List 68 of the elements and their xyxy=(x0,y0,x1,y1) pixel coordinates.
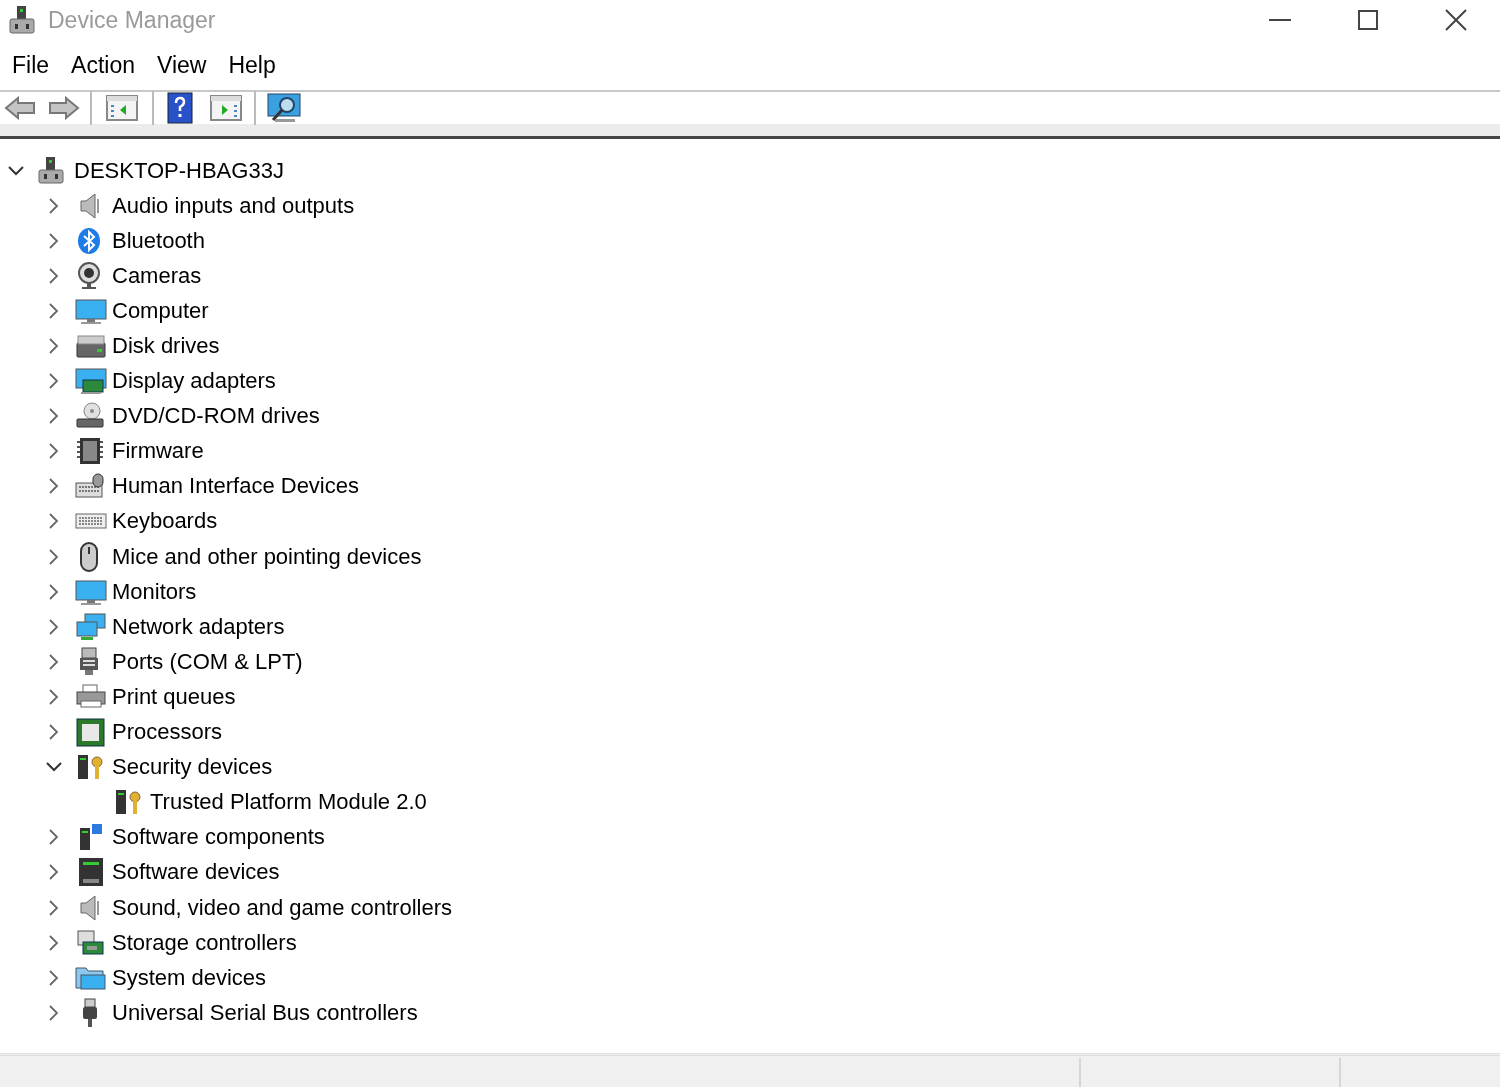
menu-item[interactable]: View xyxy=(147,45,217,85)
tree-item[interactable]: DESKTOP-HBAG33J xyxy=(74,156,284,185)
tree-item[interactable]: Sound, video and game controllers xyxy=(112,893,452,922)
tree-item[interactable]: Computer xyxy=(112,296,209,325)
tree-item[interactable]: Bluetooth xyxy=(112,226,205,255)
menu-item[interactable]: Action xyxy=(61,45,145,85)
app-icon xyxy=(8,5,36,35)
expand-chevron-icon[interactable] xyxy=(48,723,60,742)
expand-chevron-icon[interactable] xyxy=(48,898,60,917)
monitor-magnifier-icon xyxy=(267,93,301,123)
maximize-icon xyxy=(1358,10,1378,30)
expand-chevron-icon[interactable] xyxy=(48,652,60,671)
expand-chevron-icon[interactable] xyxy=(48,442,60,461)
tree-item[interactable]: Software components xyxy=(112,823,325,852)
help-icon xyxy=(167,92,193,124)
tree-item[interactable]: System devices xyxy=(112,963,267,992)
expand-chevron-icon[interactable] xyxy=(48,266,60,285)
collapse-chevron-icon[interactable] xyxy=(45,761,63,774)
expand-chevron-icon[interactable] xyxy=(48,582,60,601)
expand-chevron-icon[interactable] xyxy=(48,407,60,426)
tree-item[interactable]: Cameras xyxy=(112,261,202,290)
tree-item[interactable]: Processors xyxy=(112,718,223,747)
expand-chevron-icon[interactable] xyxy=(48,933,60,952)
tree-item[interactable]: Security devices xyxy=(112,753,273,782)
network-monitor-icon xyxy=(75,611,107,642)
close-icon xyxy=(1445,9,1467,31)
tree-item[interactable]: Disk drives xyxy=(112,332,220,360)
expand-chevron-icon[interactable] xyxy=(48,547,60,566)
expand-chevron-icon[interactable] xyxy=(48,196,60,215)
tree-item[interactable]: Keyboards xyxy=(112,507,218,536)
tree-item[interactable]: Firmware xyxy=(112,437,204,466)
display-adapter-icon xyxy=(75,366,107,397)
expand-chevron-icon[interactable] xyxy=(48,512,60,531)
tree-item[interactable]: Audio inputs and outputs xyxy=(112,191,355,220)
window-title: Device Manager xyxy=(48,5,216,35)
tree-item[interactable]: Storage controllers xyxy=(112,928,297,957)
expand-chevron-icon[interactable] xyxy=(48,231,60,250)
tree-item[interactable]: Trusted Platform Module 2.0 xyxy=(150,788,427,817)
collapse-chevron-icon[interactable] xyxy=(7,164,25,177)
tree-item[interactable]: Ports (COM & LPT) xyxy=(112,647,303,676)
menu-item[interactable]: File xyxy=(2,45,60,85)
pane-icon xyxy=(106,95,138,121)
expand-chevron-icon[interactable] xyxy=(48,617,60,636)
tree-item[interactable]: DVD/CD-ROM drives xyxy=(112,402,320,431)
expand-chevron-icon[interactable] xyxy=(48,372,60,391)
expand-chevron-icon[interactable] xyxy=(48,828,60,847)
tree-item[interactable]: Mice and other pointing devices xyxy=(112,542,422,571)
expand-chevron-icon[interactable] xyxy=(48,1003,60,1022)
menu-item[interactable]: Help xyxy=(218,45,286,85)
expand-chevron-icon[interactable] xyxy=(48,863,60,882)
expand-chevron-icon[interactable] xyxy=(48,687,60,706)
tree-item[interactable]: Human Interface Devices xyxy=(112,472,359,501)
tree-item[interactable]: Monitors xyxy=(112,577,197,606)
tree-item[interactable]: Network adapters xyxy=(112,612,285,641)
pane-icon xyxy=(210,95,242,121)
expand-chevron-icon[interactable] xyxy=(48,968,60,987)
processor-icon xyxy=(75,717,107,748)
tree-item[interactable]: Universal Serial Bus controllers xyxy=(112,998,418,1027)
forward-arrow-icon xyxy=(48,96,80,120)
expand-chevron-icon[interactable] xyxy=(48,337,60,355)
minimize-icon xyxy=(1269,19,1291,21)
expand-chevron-icon[interactable] xyxy=(48,301,60,320)
storage-controller-icon xyxy=(75,927,107,958)
tree-item[interactable]: Display adapters xyxy=(112,367,276,396)
expand-chevron-icon[interactable] xyxy=(48,477,60,496)
back-arrow-icon xyxy=(4,96,36,120)
tree-item[interactable]: Print queues xyxy=(112,682,236,711)
tree-item[interactable]: Software devices xyxy=(112,858,280,887)
